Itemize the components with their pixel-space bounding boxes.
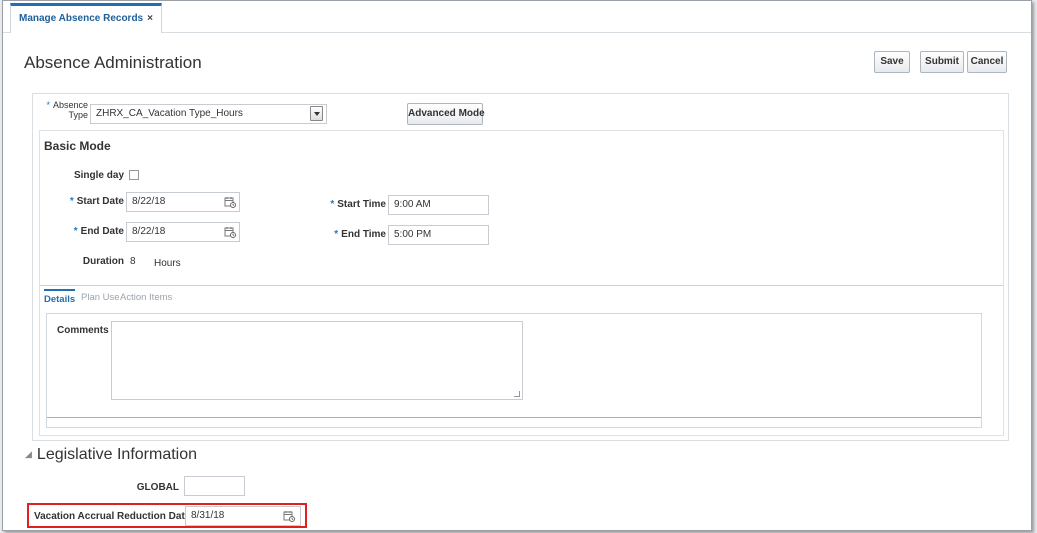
start-date-input[interactable]: 8/22/18 <box>126 192 240 212</box>
single-day-label: Single day <box>73 170 124 181</box>
end-time-input[interactable]: 5:00 PM <box>388 225 489 245</box>
duration-value: 8 <box>130 256 136 267</box>
required-marker: * <box>334 229 339 240</box>
required-marker: * <box>73 226 78 237</box>
tab-action-items[interactable]: Action Items <box>120 292 172 303</box>
page-title: Absence Administration <box>24 53 202 72</box>
calendar-icon[interactable] <box>283 510 295 522</box>
absence-type-select[interactable]: ZHRX_CA_Vacation Type_Hours <box>90 104 327 124</box>
close-tab-icon[interactable]: × <box>147 13 153 24</box>
start-date-label: * Start Date <box>50 196 124 207</box>
legislative-section-header[interactable]: ◢ Legislative Information <box>25 446 197 464</box>
start-time-label: * Start Time <box>308 199 386 210</box>
basic-mode-title: Basic Mode <box>44 139 111 153</box>
single-day-checkbox[interactable] <box>129 170 139 180</box>
advanced-mode-button[interactable]: Advanced Mode <box>407 103 485 125</box>
cancel-button[interactable]: Cancel <box>967 51 1007 73</box>
end-time-label-text: End Time <box>341 229 386 240</box>
absence-type-value: ZHRX_CA_Vacation Type_Hours <box>96 108 243 119</box>
tab-bar: Manage Absence Records × <box>3 1 1031 33</box>
resize-handle-icon[interactable] <box>514 391 520 397</box>
legislative-title: Legislative Information <box>36 446 198 463</box>
end-time-label: * End Time <box>308 229 386 240</box>
app-frame: Manage Absence Records × Absence Administ… <box>2 0 1032 531</box>
calendar-icon[interactable] <box>224 196 236 208</box>
duration-label: Duration <box>82 256 124 267</box>
required-marker: * <box>46 100 50 110</box>
end-date-label: * End Date <box>50 226 124 237</box>
tab-manage-absence-records[interactable]: Manage Absence Records × <box>10 3 162 33</box>
tab-label: Manage Absence Records <box>19 13 144 24</box>
start-date-value: 8/22/18 <box>132 196 166 207</box>
absence-type-label: * Absence Type <box>38 100 88 120</box>
dropdown-icon[interactable] <box>310 106 323 121</box>
start-time-value: 9:00 AM <box>394 199 431 210</box>
duration-unit: Hours <box>154 258 181 269</box>
submit-button[interactable]: Submit <box>920 51 964 73</box>
detail-tabs: Details Plan Use Action Items Comments <box>40 285 1003 435</box>
tab-plan-use[interactable]: Plan Use <box>81 292 120 303</box>
vacation-accrual-reduction-date-value: 8/31/18 <box>191 510 225 521</box>
basic-mode-section: Basic Mode Single day * Start Date 8/22/1… <box>39 130 1004 436</box>
end-date-label-text: End Date <box>80 226 124 237</box>
start-time-input[interactable]: 9:00 AM <box>388 195 489 215</box>
end-time-value: 5:00 PM <box>394 229 432 240</box>
start-time-label-text: Start Time <box>337 199 386 210</box>
end-date-value: 8/22/18 <box>132 226 166 237</box>
vacation-accrual-reduction-date-label: Vacation Accrual Reduction Date <box>34 511 191 522</box>
global-label: GLOBAL <box>136 482 179 493</box>
absence-type-label-line1: Absence <box>52 100 88 110</box>
divider <box>47 417 981 418</box>
global-input[interactable] <box>184 476 245 496</box>
save-button[interactable]: Save <box>874 51 910 73</box>
details-panel: Comments <box>46 313 982 428</box>
absence-type-label-line2: Type <box>68 110 88 120</box>
comments-textarea[interactable] <box>111 321 523 400</box>
calendar-icon[interactable] <box>224 226 236 238</box>
absence-panel: * Absence Type ZHRX_CA_Vacation Type_Hour… <box>32 93 1009 441</box>
required-marker: * <box>330 199 335 210</box>
required-marker: * <box>69 196 74 207</box>
collapse-triangle-icon[interactable]: ◢ <box>25 449 32 459</box>
tab-details[interactable]: Details <box>44 289 76 305</box>
end-date-input[interactable]: 8/22/18 <box>126 222 240 242</box>
comments-label: Comments <box>57 325 109 336</box>
start-date-label-text: Start Date <box>76 196 124 207</box>
